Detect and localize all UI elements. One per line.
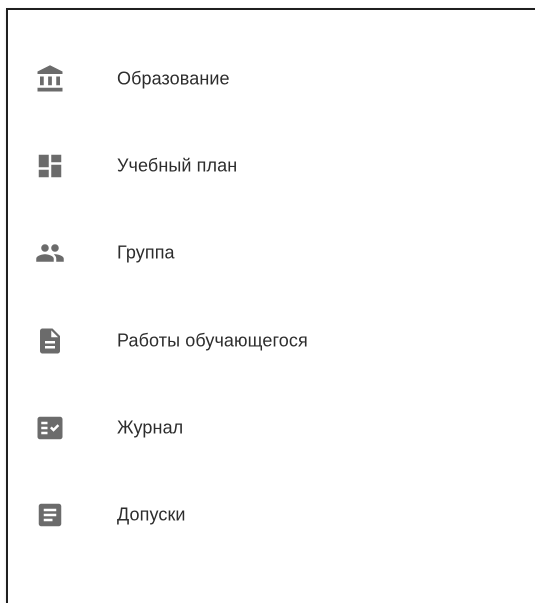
menu-item-label: Образование	[117, 68, 230, 89]
people-icon	[32, 235, 68, 271]
menu-item-label: Группа	[117, 242, 175, 263]
bank-icon	[32, 61, 68, 97]
menu-item-label: Допуски	[117, 504, 186, 525]
dashboard-icon	[32, 148, 68, 184]
fact-check-icon	[32, 410, 68, 446]
menu-item-admissions[interactable]: Допуски	[8, 471, 528, 559]
menu-item-label: Журнал	[117, 417, 184, 438]
menu-item-group[interactable]: Группа	[8, 209, 528, 297]
menu-item-journal[interactable]: Журнал	[8, 384, 528, 472]
menu-item-student-works[interactable]: Работы обучающегося	[8, 297, 528, 385]
menu-item-education[interactable]: Образование	[8, 35, 528, 123]
navigation-menu: Образование Учебный план Группа Работы о…	[6, 8, 535, 603]
menu-item-curriculum[interactable]: Учебный план	[8, 122, 528, 210]
document-icon	[32, 323, 68, 359]
article-icon	[32, 497, 68, 533]
menu-item-label: Учебный план	[117, 155, 238, 176]
menu-item-label: Работы обучающегося	[117, 330, 308, 351]
